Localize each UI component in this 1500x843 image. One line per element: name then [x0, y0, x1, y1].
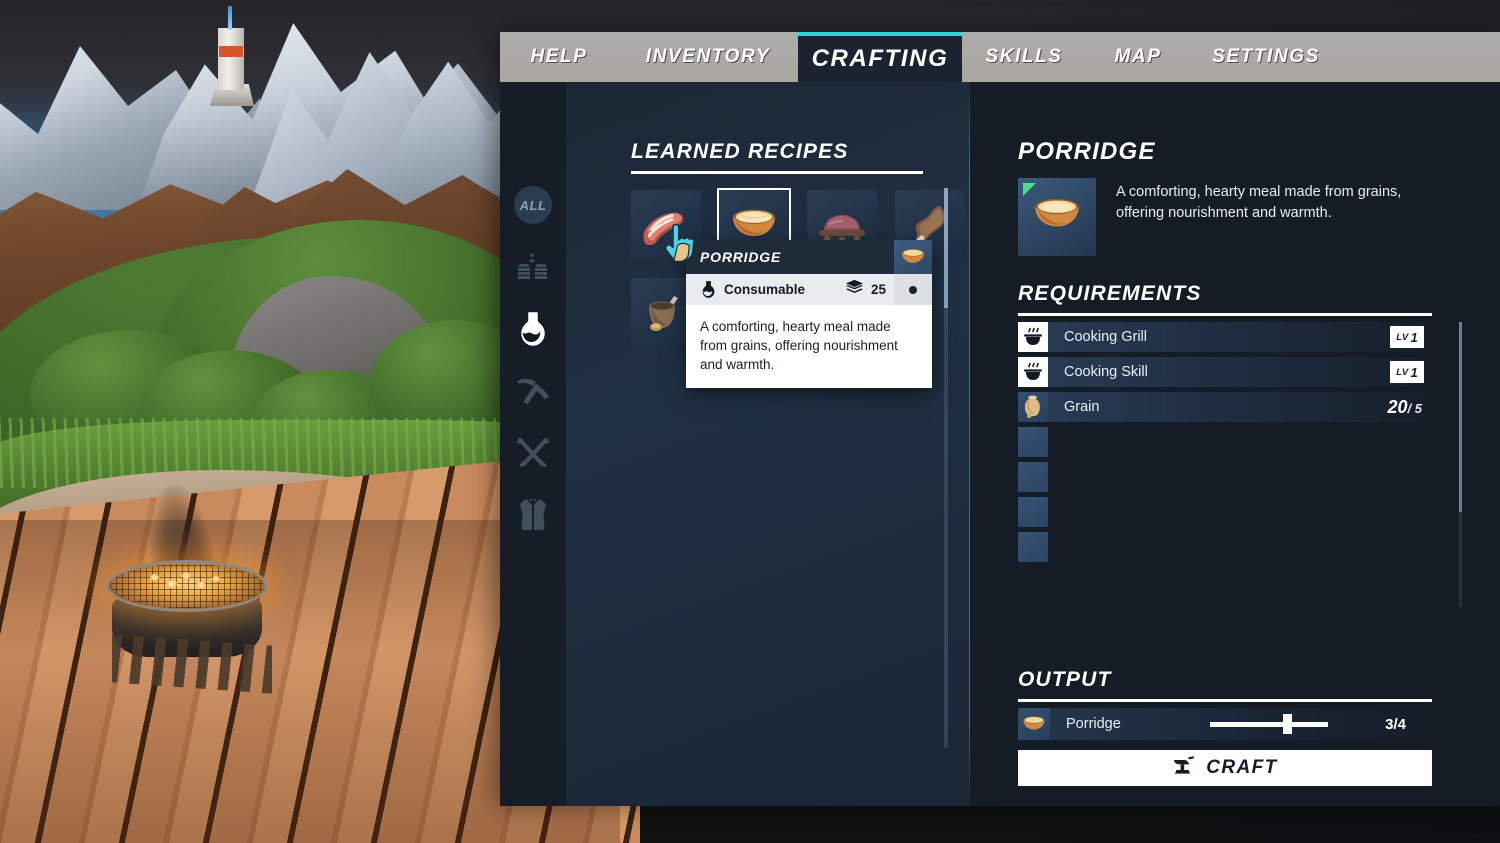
porridge-bowl-icon [899, 246, 927, 273]
sidebar-item-consumables[interactable] [514, 310, 552, 348]
level-badge-value: 1 [1410, 329, 1418, 345]
sidebar-item-label: ALL [519, 197, 547, 213]
anvil-icon [1172, 755, 1196, 781]
item-tooltip: PORRIDGE Consumable 25 A comforting, hea… [686, 240, 932, 389]
requirement-row-grain[interactable]: Grain 20/ 5 [1018, 392, 1432, 422]
recipes-title: LEARNED RECIPES [631, 140, 849, 163]
tooltip-type: Consumable [724, 282, 806, 297]
page-title: PORRIDGE [1018, 138, 1156, 165]
tab-help[interactable]: HELP [500, 32, 618, 82]
recipes-column: LEARNED RECIPES [566, 82, 970, 806]
output-row: Porridge 3/4 [1018, 708, 1432, 740]
structures-icon [516, 252, 550, 282]
requirements-title: REQUIREMENTS [1018, 282, 1202, 305]
requirement-need: / 5 [1407, 400, 1422, 416]
tab-skills[interactable]: SKILLS [962, 32, 1086, 82]
requirement-name: Cooking Skill [1064, 364, 1148, 380]
porridge-bowl-icon [1018, 708, 1050, 740]
requirement-amount: 20/ 5 [1388, 397, 1423, 418]
pickaxe-icon [515, 375, 551, 407]
detail-column: PORRIDGE A comforting, hearty meal made … [970, 82, 1500, 806]
level-badge-label: LV [1396, 366, 1409, 378]
recipes-scrollbar-thumb[interactable] [944, 188, 948, 308]
tab-map[interactable]: MAP [1086, 32, 1190, 82]
category-sidebar: ALL [500, 82, 566, 806]
recipes-header: LEARNED RECIPES [631, 140, 923, 174]
tooltip-header: PORRIDGE [686, 240, 932, 278]
stew-pot-icon [643, 290, 689, 336]
tooltip-rarity-cell [894, 274, 932, 305]
output-count: 3/4 [1385, 715, 1406, 733]
title-rule [631, 171, 923, 174]
sidebar-item-all[interactable]: ALL [514, 186, 552, 224]
detail-header: A comforting, hearty meal made from grai… [1018, 178, 1446, 256]
title-rule [1018, 699, 1432, 702]
tooltip-meta-row: Consumable 25 [686, 274, 932, 305]
crafting-panel: HELP INVENTORY CRAFTING SKILLS MAP SETTI… [500, 32, 1500, 806]
requirement-row-cooking-skill[interactable]: Cooking Skill LV 1 [1018, 357, 1432, 387]
crossed-swords-icon [515, 436, 551, 470]
main-tab-bar: HELP INVENTORY CRAFTING SKILLS MAP SETTI… [500, 32, 1500, 82]
slider-track [1210, 722, 1328, 727]
level-badge: LV 1 [1390, 326, 1424, 348]
requirement-have: 20 [1387, 396, 1408, 417]
craft-button[interactable]: CRAFT [1018, 750, 1432, 786]
slider-handle[interactable] [1283, 714, 1293, 734]
bacon-icon [640, 205, 692, 245]
sidebar-item-weapons[interactable] [514, 434, 552, 472]
output-name: Porridge [1066, 716, 1121, 732]
grain-sack-icon [1018, 392, 1048, 422]
requirements-list: Cooking Grill LV 1 Cooking Skill LV 1 Gr… [1018, 322, 1432, 567]
sidebar-item-armor[interactable] [514, 496, 552, 534]
tab-inventory[interactable]: INVENTORY [618, 32, 798, 82]
tab-crafting[interactable]: CRAFTING [798, 32, 962, 82]
craft-button-label: CRAFT [1206, 757, 1278, 778]
potion-icon [694, 280, 722, 299]
requirement-empty-slot [1018, 532, 1048, 562]
game-screen: HELP INVENTORY CRAFTING SKILLS MAP SETTI… [0, 0, 1500, 843]
title-rule [1018, 313, 1432, 316]
level-badge-label: LV [1396, 331, 1409, 343]
cooking-pot-icon [1018, 322, 1048, 352]
sidebar-item-structures[interactable] [514, 248, 552, 286]
tab-settings[interactable]: SETTINGS [1190, 32, 1342, 82]
output-header: OUTPUT [1018, 668, 1432, 702]
roast-meat-icon [816, 206, 868, 244]
new-flag-icon [1023, 183, 1036, 196]
level-badge-value: 1 [1410, 364, 1418, 380]
detail-description: A comforting, hearty meal made from grai… [1116, 184, 1402, 222]
requirements-header: REQUIREMENTS [1018, 282, 1432, 316]
requirement-name: Grain [1064, 399, 1100, 415]
tooltip-stack: 25 [845, 279, 886, 301]
requirement-row-cooking-grill[interactable]: Cooking Grill LV 1 [1018, 322, 1432, 352]
porridge-bowl-icon [1030, 193, 1084, 242]
sidebar-item-tools[interactable] [514, 372, 552, 410]
potion-icon [516, 311, 550, 347]
level-badge: LV 1 [1390, 361, 1424, 383]
stack-layers-icon [845, 279, 864, 301]
output-quantity-slider[interactable] [1210, 714, 1328, 734]
requirement-name: Cooking Grill [1064, 329, 1147, 345]
output-title: OUTPUT [1018, 668, 1112, 691]
requirements-scrollbar[interactable] [1459, 322, 1462, 607]
tooltip-thumbnail [894, 240, 932, 278]
tooltip-stack-count: 25 [870, 282, 886, 297]
tooltip-description: A comforting, hearty meal made from grai… [686, 305, 932, 389]
detail-item-thumbnail[interactable] [1018, 178, 1096, 256]
requirements-scrollbar-thumb[interactable] [1459, 322, 1462, 512]
rarity-dot-icon [909, 285, 917, 294]
tooltip-title: PORRIDGE [700, 249, 782, 265]
chestplate-icon [516, 497, 550, 533]
requirement-empty-slot [1018, 427, 1048, 457]
recipes-scrollbar[interactable] [944, 188, 948, 748]
requirement-empty-slot [1018, 497, 1048, 527]
requirement-empty-slot [1018, 462, 1048, 492]
cooking-pot-icon [1018, 357, 1048, 387]
